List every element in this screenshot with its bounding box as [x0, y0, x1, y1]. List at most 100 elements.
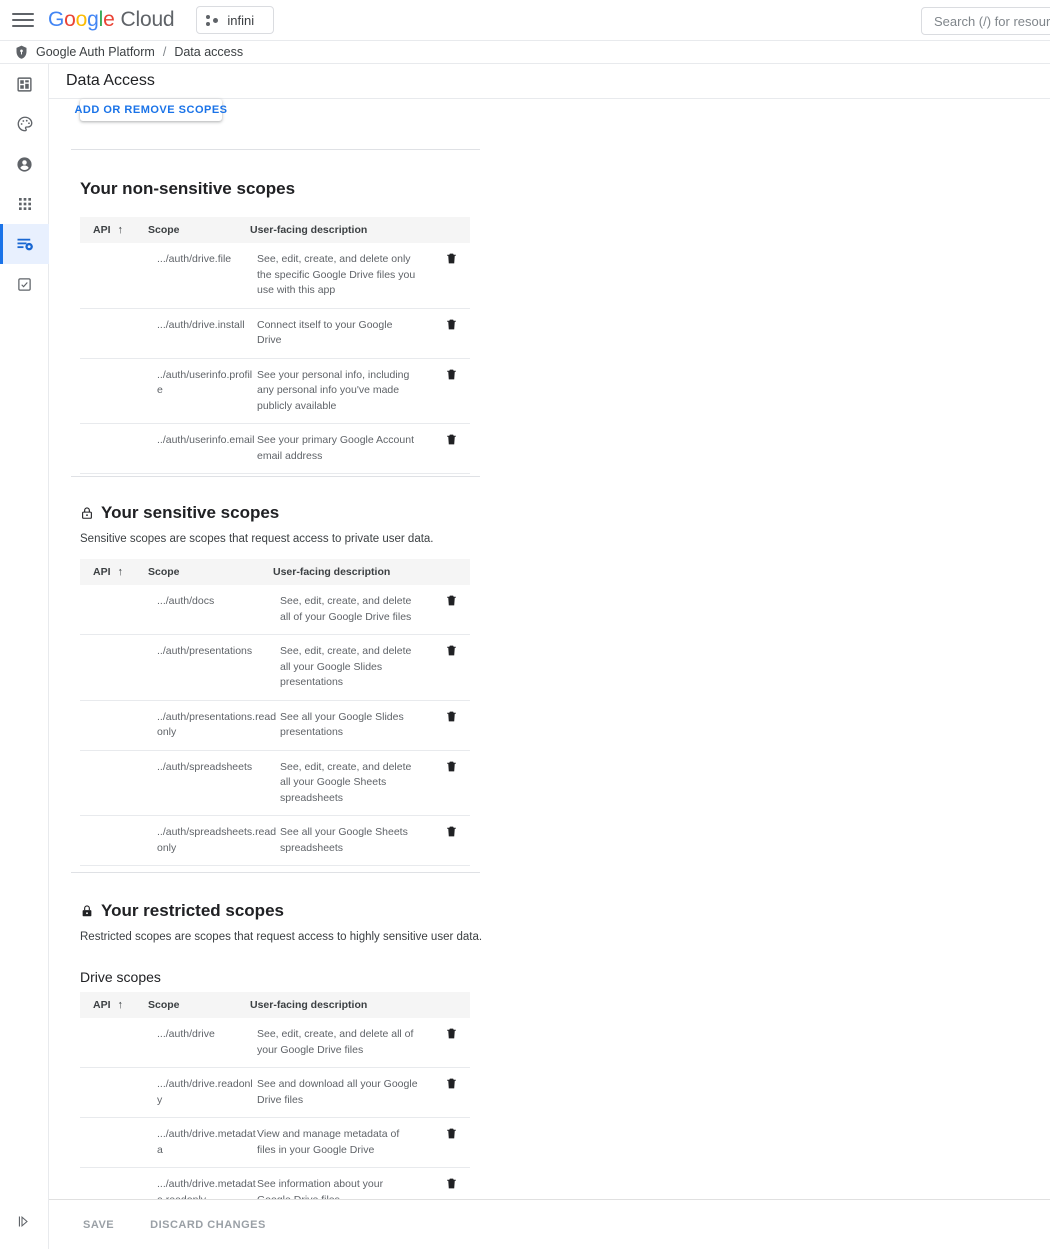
table-restricted-drive: API ↑ Scope User-facing description .../… [80, 992, 470, 1218]
table-row: ../auth/spreadsheets See, edit, create, … [80, 751, 470, 816]
column-header-api[interactable]: API ↑ [80, 999, 148, 1011]
trash-icon[interactable] [445, 1126, 458, 1141]
trash-icon[interactable] [445, 824, 458, 839]
trash-icon[interactable] [445, 709, 458, 724]
trash-icon[interactable] [445, 317, 458, 332]
column-header-api-label: API [93, 999, 111, 1011]
section-title-sensitive-label: Your sensitive scopes [101, 503, 280, 522]
column-header-scope[interactable]: Scope [148, 999, 250, 1011]
divider-2 [71, 476, 480, 477]
trash-icon[interactable] [445, 1026, 458, 1041]
left-icon-rail [0, 64, 49, 1249]
sidebar-item-clients[interactable] [0, 184, 49, 224]
discard-changes-button[interactable]: DISCARD CHANGES [144, 1218, 272, 1232]
cell-scope: ../auth/spreadsheets [157, 760, 253, 773]
save-button[interactable]: SAVE [77, 1218, 120, 1232]
column-header-description[interactable]: User-facing description [273, 566, 390, 578]
table-row: .../auth/drive See, edit, create, and de… [80, 1018, 470, 1068]
hamburger-menu-icon[interactable] [12, 9, 34, 31]
cell-description: Connect itself to your Google Drive [257, 318, 393, 347]
cell-scope: ../auth/userinfo.profile [157, 368, 253, 397]
column-header-api-label: API [93, 566, 111, 578]
trash-icon[interactable] [445, 1176, 458, 1191]
trash-icon[interactable] [445, 593, 458, 608]
page-title: Data Access [66, 72, 155, 89]
table-header-row: API ↑ Scope User-facing description [80, 217, 470, 243]
search-container [921, 7, 1050, 35]
cell-scope: .../auth/drive [157, 1028, 215, 1040]
section-description-restricted: Restricted scopes are scopes that reques… [80, 931, 483, 943]
cell-description: See, edit, create, and delete all your G… [280, 760, 412, 804]
column-header-scope[interactable]: Scope [148, 224, 250, 236]
table-row: .../auth/docs See, edit, create, and del… [80, 585, 470, 635]
column-header-description[interactable]: User-facing description [250, 999, 367, 1011]
breadcrumb-current[interactable]: Data access [174, 45, 243, 59]
trash-icon[interactable] [445, 367, 458, 382]
cell-scope: ../auth/presentations [157, 645, 253, 657]
cell-description: See, edit, create, and delete all of you… [280, 595, 412, 623]
cloud-wordmark: Cloud [120, 8, 175, 31]
cell-description: See all your Google Slides presentations [280, 710, 404, 739]
main-content: ADD OR REMOVE SCOPES Your non-sensitive … [49, 99, 1050, 1218]
cell-description: See your primary Google Account email ad… [257, 434, 414, 462]
add-or-remove-scopes-button[interactable]: ADD OR REMOVE SCOPES [68, 103, 233, 117]
cell-scope: ../auth/spreadsheets.readonly [157, 826, 277, 854]
table-row: ../auth/spreadsheets.readonly See all yo… [80, 816, 470, 866]
project-selector-chip[interactable]: infini [196, 6, 275, 34]
cell-scope: .../auth/drive.install [157, 318, 245, 331]
cell-scope: .../auth/drive.metadata [157, 1128, 256, 1156]
sort-ascending-icon: ↑ [117, 223, 124, 236]
bottom-action-bar: SAVE DISCARD CHANGES [49, 1199, 1050, 1249]
column-header-description[interactable]: User-facing description [250, 224, 367, 236]
project-dots-icon [206, 14, 219, 27]
section-title-non-sensitive-label: Your non-sensitive scopes [80, 179, 296, 198]
column-header-api[interactable]: API ↑ [80, 224, 148, 236]
column-header-scope[interactable]: Scope [148, 566, 273, 578]
breadcrumb: Google Auth Platform / Data access [0, 41, 1050, 64]
lock-outline-icon [82, 507, 92, 519]
sidebar-item-overview[interactable] [0, 64, 49, 104]
cell-scope: .../auth/docs [157, 595, 215, 607]
subsection-title-drive-scopes: Drive scopes [80, 969, 161, 985]
checkbox-task-icon [18, 277, 31, 291]
section-title-restricted: Your restricted scopes [80, 901, 284, 921]
table-non-sensitive: API ↑ Scope User-facing description .../… [80, 217, 470, 474]
section-title-restricted-label: Your restricted scopes [101, 901, 284, 920]
cell-scope: ../auth/presentations.readonly [157, 710, 277, 739]
account-circle-icon [17, 156, 32, 172]
google-wordmark: Google [48, 8, 115, 31]
section-title-non-sensitive: Your non-sensitive scopes [80, 179, 295, 199]
expand-panel-button[interactable] [0, 1203, 49, 1239]
cell-scope: .../auth/drive.readonly [157, 1078, 253, 1106]
trash-icon[interactable] [445, 1076, 458, 1091]
dashboard-icon [17, 76, 32, 92]
trash-icon[interactable] [445, 759, 458, 774]
divider-1 [71, 149, 480, 150]
table-header-row: API ↑ Scope User-facing description [80, 559, 470, 585]
cell-description: See and download all your Google Drive f… [257, 1078, 418, 1106]
google-cloud-logo[interactable]: Google Cloud [48, 8, 175, 32]
sidebar-item-audience[interactable] [0, 144, 49, 184]
sort-ascending-icon: ↑ [117, 998, 124, 1011]
trash-icon[interactable] [445, 432, 458, 447]
column-header-api[interactable]: API ↑ [80, 566, 148, 578]
cell-description: See your personal info, including any pe… [257, 368, 410, 412]
trash-icon[interactable] [445, 643, 458, 658]
breadcrumb-root-link[interactable]: Google Auth Platform [36, 45, 155, 59]
search-input[interactable] [921, 7, 1050, 35]
palette-icon [17, 116, 32, 132]
sort-ascending-icon: ↑ [117, 565, 124, 578]
column-header-api-label: API [93, 224, 111, 236]
add-remove-scopes-card: ADD OR REMOVE SCOPES [74, 99, 227, 121]
table-row: .../auth/drive.install Connect itself to… [80, 309, 470, 359]
trash-icon[interactable] [445, 251, 458, 266]
sidebar-item-branding[interactable] [0, 104, 49, 144]
shield-icon [16, 45, 27, 59]
top-app-bar: Google Cloud infini [0, 0, 1050, 41]
table-row: .../auth/drive.file See, edit, create, a… [80, 243, 470, 309]
apps-grid-icon [18, 198, 31, 210]
cell-description: See, edit, create, and delete all your G… [280, 645, 412, 688]
sidebar-item-data-access[interactable] [0, 224, 49, 264]
sidebar-item-verification[interactable] [0, 264, 49, 304]
data-access-icon [17, 238, 33, 251]
